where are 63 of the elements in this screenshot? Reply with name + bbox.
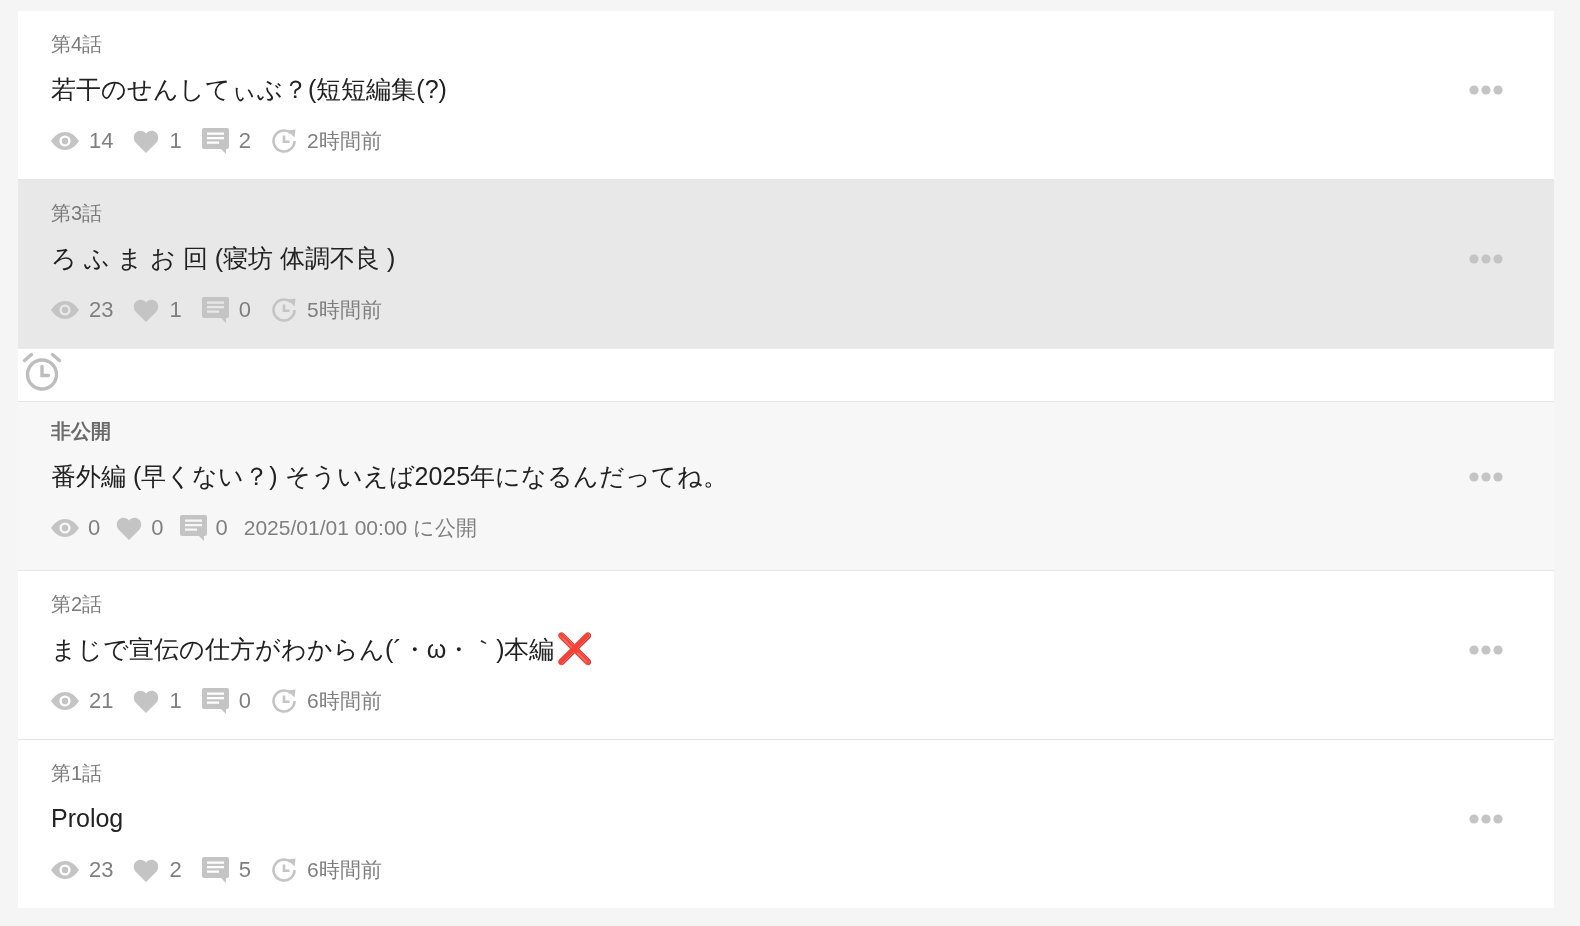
dots-icon <box>1469 85 1503 95</box>
more-button[interactable] <box>1469 85 1503 95</box>
history-clock-icon <box>271 688 297 714</box>
episode-row[interactable]: 非公開 番外編 (早くない？) そういえば2025年になるんだってね。 0 0 0 2025/01/01 00:00 に公開 <box>18 401 1554 570</box>
dots-icon <box>1469 254 1503 264</box>
episode-number: 第2話 <box>51 592 103 616</box>
time-ago: 6時間前 <box>307 688 382 714</box>
eye-icon <box>51 301 79 319</box>
eye-icon <box>51 132 79 150</box>
view-count: 23 <box>89 296 114 324</box>
dots-icon <box>1469 472 1503 482</box>
comment-icon <box>201 128 229 154</box>
episode-title: まじで宣伝の仕方がわからん(´・ω・｀)本編 <box>51 634 555 664</box>
time-ago: 5時間前 <box>307 297 382 323</box>
episode-title: Prolog <box>51 803 124 833</box>
eye-icon <box>51 861 79 879</box>
history-clock-icon <box>271 857 297 883</box>
heart-icon <box>133 129 160 153</box>
comment-count: 0 <box>238 687 251 715</box>
like-count: 1 <box>169 296 182 324</box>
alarm-clock-icon <box>22 352 62 392</box>
more-button[interactable] <box>1469 814 1503 824</box>
heart-icon <box>133 689 160 713</box>
heart-icon <box>116 516 143 540</box>
comment-icon <box>201 857 229 883</box>
heart-icon <box>133 298 160 322</box>
history-clock-icon <box>271 128 297 154</box>
more-button[interactable] <box>1469 472 1503 482</box>
private-status-label: 非公開 <box>51 419 111 443</box>
eye-icon <box>51 519 79 537</box>
view-count: 0 <box>88 514 101 542</box>
heart-icon <box>133 858 160 882</box>
time-ago: 2時間前 <box>307 128 382 154</box>
view-count: 23 <box>89 856 114 884</box>
comment-count: 2 <box>238 127 251 155</box>
history-clock-icon <box>271 297 297 323</box>
comment-count: 5 <box>238 856 251 884</box>
like-count: 1 <box>169 687 182 715</box>
cross-mark-emoji: ❌ <box>555 634 593 664</box>
more-button[interactable] <box>1469 254 1503 264</box>
view-count: 21 <box>89 687 114 715</box>
episode-title: 若干のせんしてぃぶ？(短短編集(?) <box>51 74 447 104</box>
episode-number: 第1話 <box>51 761 103 785</box>
episode-row[interactable]: 第3話 ろ ふ ま お 回 (寝坊 体調不良 ) 23 1 0 5時間前 <box>18 179 1554 348</box>
episode-number: 第4話 <box>51 32 103 56</box>
episode-title: ろ ふ ま お 回 (寝坊 体調不良 ) <box>51 243 396 273</box>
comment-count: 0 <box>238 296 251 324</box>
like-count: 1 <box>169 127 182 155</box>
time-ago: 6時間前 <box>307 857 382 883</box>
eye-icon <box>51 692 79 710</box>
like-count: 2 <box>169 856 182 884</box>
dots-icon <box>1469 814 1503 824</box>
comment-icon <box>201 297 229 323</box>
view-count: 14 <box>89 127 114 155</box>
publish-date: 2025/01/01 00:00 に公開 <box>243 515 478 541</box>
comment-count: 0 <box>215 514 228 542</box>
episode-number: 第3話 <box>51 201 103 225</box>
comment-icon <box>179 515 207 541</box>
episode-title: 番外編 (早くない？) そういえば2025年になるんだってね。 <box>51 461 729 491</box>
like-count: 0 <box>151 514 164 542</box>
comment-icon <box>201 688 229 714</box>
more-button[interactable] <box>1469 645 1503 655</box>
dots-icon <box>1469 645 1503 655</box>
